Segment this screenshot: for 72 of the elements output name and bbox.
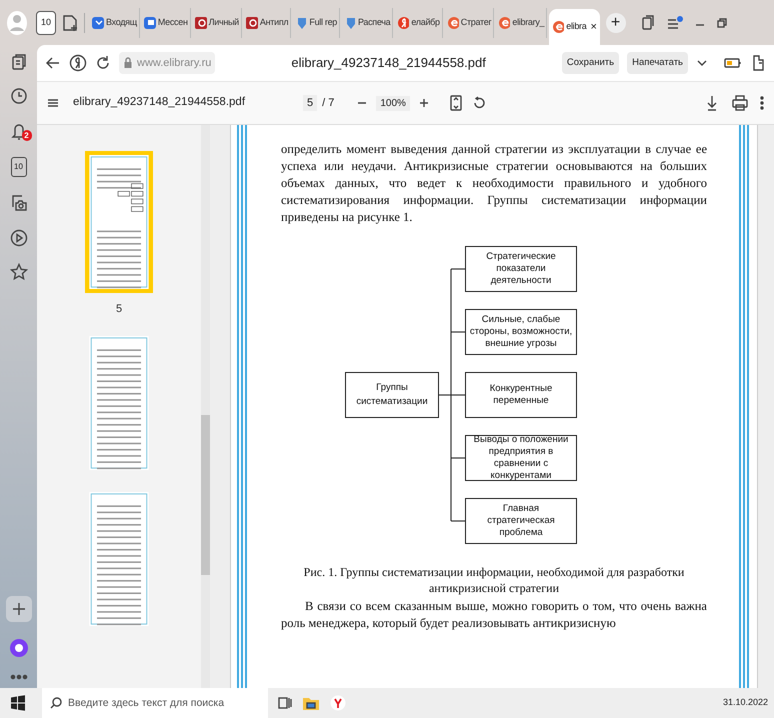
browser-tab[interactable]: Распеча (342, 8, 394, 38)
browser-tab[interactable]: Антипл (244, 8, 292, 38)
alice-icon[interactable] (8, 638, 28, 658)
more-icon[interactable] (10, 674, 28, 680)
notification-badge: 2 (22, 130, 32, 141)
fit-page-icon[interactable] (450, 95, 462, 111)
page-number-field[interactable]: 5 (303, 94, 318, 112)
plus-icon (12, 602, 26, 616)
zoom-field[interactable]: 100% (376, 96, 410, 110)
page-thumbnail[interactable] (85, 151, 153, 293)
browser-tab[interactable]: Full rep (293, 8, 340, 38)
browser-tab[interactable]: Мессен (142, 8, 191, 38)
reload-icon[interactable] (95, 55, 111, 71)
back-icon[interactable] (45, 55, 61, 71)
chat-icon (144, 16, 156, 30)
browser-tab[interactable]: Личный (192, 8, 242, 38)
task-view-icon[interactable] (278, 696, 292, 710)
diagram-box: Группы систематизации (345, 372, 439, 418)
menu-icon[interactable] (47, 98, 59, 108)
pages-icon[interactable] (10, 53, 26, 71)
history-icon[interactable] (10, 87, 28, 105)
file-name: elibrary_49237148_21944558.pdf (73, 95, 246, 110)
taskbar-date: 31.10.2022 (722, 696, 768, 710)
browser-tab[interactable]: елайбр (395, 8, 443, 38)
page-title: elibrary_49237148_21944558.pdf (290, 54, 487, 72)
toolbar-button[interactable]: Сохранить (562, 52, 620, 74)
close-tab-button[interactable]: × (590, 18, 597, 36)
zoom-in-icon[interactable] (418, 97, 430, 109)
tab-counter[interactable]: 10 (36, 10, 56, 34)
diagram-box: Выводы о положении предприятия в сравнении с конкурентами (465, 435, 577, 481)
diagram-box: Главная стратегическая проблема (465, 498, 577, 544)
chevron-down-icon[interactable] (696, 58, 708, 68)
letter-icon (498, 16, 510, 30)
battery-icon[interactable] (724, 57, 742, 69)
folder-icon[interactable] (302, 695, 320, 711)
letter-icon (552, 20, 564, 34)
windows-icon[interactable] (10, 695, 26, 711)
browser-tab[interactable]: Стратег (444, 8, 494, 38)
yandex-icon[interactable] (69, 54, 87, 72)
letter-icon (446, 16, 459, 30)
diagram-box: Сильные, слабые стороны, возможности, внешние угрозы (465, 309, 577, 355)
body-paragraph: В связи со всем сказанным выше, можно говорить о том, что очень важна роль менеджера, который будет реализовывать антикризисную (281, 598, 707, 632)
camera-icon[interactable] (10, 193, 28, 213)
print-icon[interactable] (732, 95, 748, 111)
new-page-icon[interactable] (61, 14, 79, 32)
new-tab-button[interactable]: + (606, 12, 626, 32)
restore-icon[interactable] (716, 16, 728, 28)
page-total: / 7 (322, 96, 334, 111)
more-icon[interactable] (760, 96, 764, 110)
scrollbar[interactable] (201, 125, 210, 688)
star-icon[interactable] (10, 263, 28, 281)
play-icon[interactable] (10, 229, 28, 247)
figure-caption: Рис. 1. Группы систематизации информации, необходимой для разработки антикризисной стратегии (302, 564, 686, 596)
bookmarks-icon[interactable] (640, 14, 656, 30)
rotate-icon[interactable] (472, 96, 486, 110)
diagram-box: Конкурентные переменные (465, 372, 577, 418)
counter-button[interactable]: 10 (10, 157, 26, 177)
search-icon (50, 697, 62, 709)
mail-icon (92, 16, 104, 30)
body-paragraph: определить момент выведения данной стратегии из эксплуатации в случае ее успеха или неудачи. Антикризисные стратегии основываются на больших объемах данных, что ведет к необходимости правильного и удобного систематизирования информации. Группы систематизации информации приведены на рисунке 1. (281, 141, 707, 226)
menu-icon[interactable] (666, 14, 684, 30)
browser-tab[interactable]: Входящ (90, 8, 140, 38)
lock-icon (123, 57, 133, 69)
letter-icon[interactable] (330, 695, 346, 711)
browser-tab[interactable]: elibrary_ (496, 8, 548, 38)
page-number-label: 5 (116, 302, 122, 317)
browser-tab[interactable]: elibra × (549, 9, 600, 45)
diagram-box: Стратегические показатели деятельности (465, 246, 577, 292)
download-icon[interactable] (706, 95, 718, 111)
add-button[interactable] (6, 596, 32, 622)
letter-icon (397, 16, 410, 30)
toolbar-button[interactable]: Напечатать (627, 52, 688, 74)
